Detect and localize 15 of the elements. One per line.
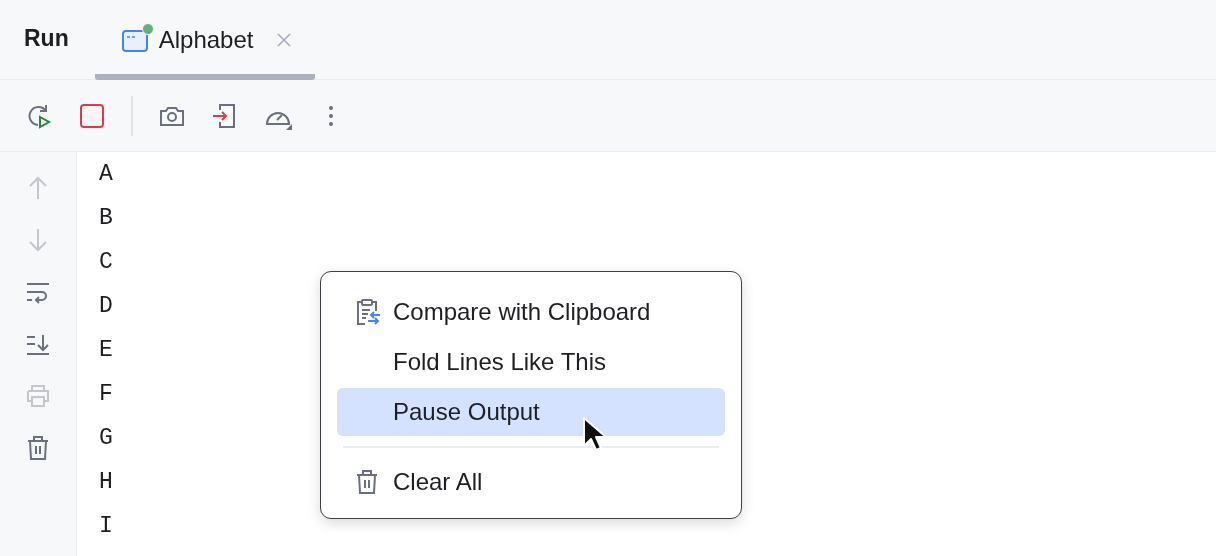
console-line: E bbox=[99, 336, 113, 365]
console-line: A bbox=[99, 160, 113, 189]
menu-item[interactable]: Compare with Clipboard bbox=[337, 288, 725, 336]
console-line: H bbox=[99, 468, 113, 497]
console-line: I bbox=[99, 512, 113, 541]
menu-item[interactable]: Pause Output bbox=[337, 388, 725, 436]
console-line: C bbox=[99, 248, 113, 277]
panel-title: Run bbox=[24, 25, 69, 52]
console-line: D bbox=[99, 292, 113, 321]
menu-item[interactable]: Clear All bbox=[337, 458, 725, 506]
console-line: B bbox=[99, 204, 113, 233]
console-line: F bbox=[99, 380, 113, 409]
menu-item[interactable]: Fold Lines Like This bbox=[337, 338, 725, 386]
console-line: G bbox=[99, 424, 113, 453]
stop-icon[interactable] bbox=[78, 101, 106, 130]
